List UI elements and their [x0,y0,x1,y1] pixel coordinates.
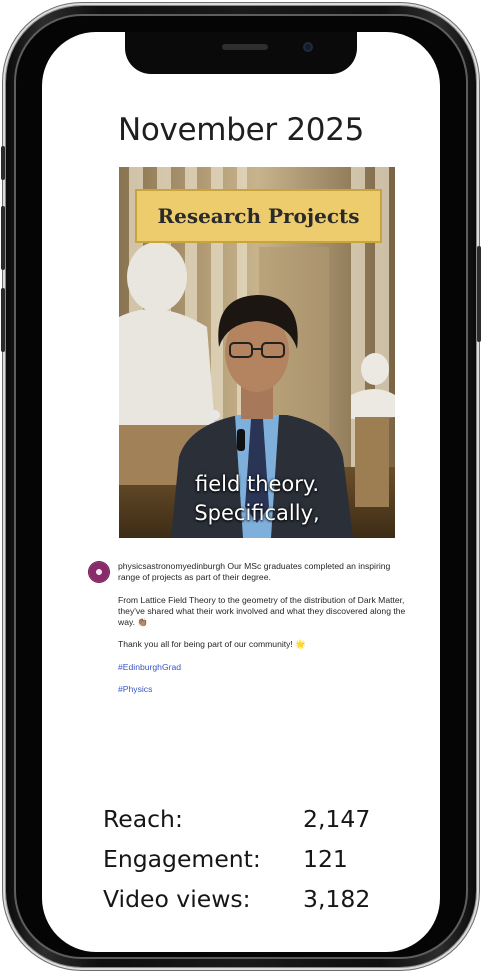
front-camera [303,42,313,52]
volume-up-button [1,206,5,270]
account-avatar[interactable] [89,562,109,582]
video-caption-line2: Specifically, [194,501,320,525]
stat-row-video-views: Video views: 3,182 [103,885,403,921]
stat-row-engagement: Engagement: 121 [103,845,403,881]
stat-value: 3,182 [303,885,371,913]
stat-value: 2,147 [303,805,371,833]
video-banner: Research Projects [135,189,382,243]
volume-down-button [1,288,5,352]
phone-screen: November 2025 Research Projects field th… [42,32,440,952]
month-title: November 2025 [117,112,365,148]
hashtag-link[interactable]: #Physics [118,684,410,695]
power-button [477,246,481,342]
post-paragraph-2: From Lattice Field Theory to the geometr… [118,594,406,628]
video-caption-line1: field theory. [194,472,320,496]
silent-switch [1,146,5,180]
notch [125,32,357,74]
phone-frame: November 2025 Research Projects field th… [1,6,481,967]
post-caption: physicsastronomyedinburgh Our MSc gradua… [118,561,410,706]
post-paragraph-3: Thank you all for being part of our comm… [118,639,306,650]
stat-label: Reach: [103,805,183,833]
stat-row-reach: Reach: 2,147 [103,805,403,841]
stat-value: 121 [303,845,348,873]
video-thumbnail[interactable]: Research Projects field theory. Specific… [119,167,395,538]
speaker-grille [222,44,268,50]
hashtag-link[interactable]: #EdinburghGrad [118,662,410,673]
stat-label: Engagement: [103,845,261,873]
post-username[interactable]: physicsastronomyedinburgh [118,561,225,571]
stat-label: Video views: [103,885,251,913]
